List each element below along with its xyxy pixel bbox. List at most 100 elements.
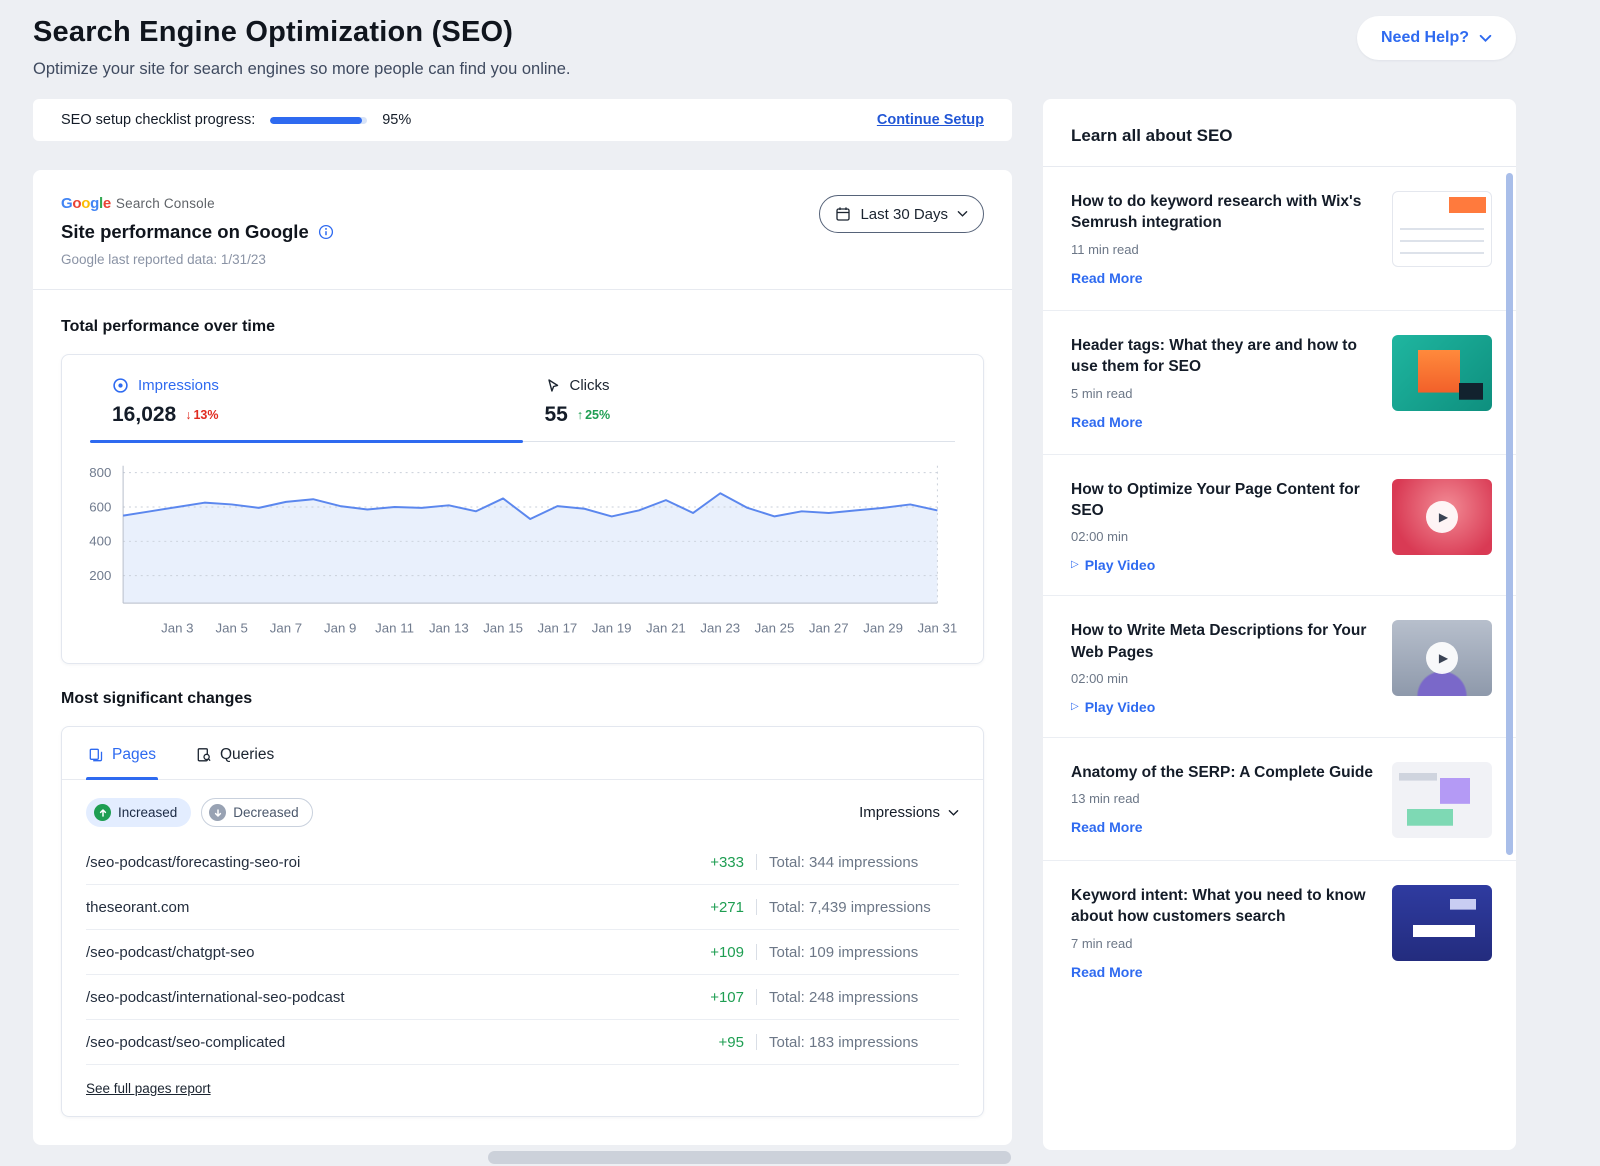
table-row[interactable]: /seo-podcast/chatgpt-seo +109 Total: 109… [86,930,959,975]
article-action-link[interactable]: Read More [1071,819,1143,835]
article-title: Header tags: What they are and how to us… [1071,335,1374,378]
change-total: Total: 344 impressions [769,854,959,871]
tab-queries[interactable]: Queries [194,727,276,779]
change-delta: +95 [692,1034,744,1051]
article-title: How to Write Meta Descriptions for Your … [1071,620,1374,663]
calendar-icon [835,206,851,222]
table-row[interactable]: /seo-podcast/forecasting-seo-roi +333 To… [86,840,959,885]
article-action-label: Play Video [1085,699,1156,715]
page-path: /seo-podcast/chatgpt-seo [86,944,692,961]
svg-text:Jan 15: Jan 15 [483,621,523,636]
info-icon[interactable] [318,224,334,240]
article-action-label: Read More [1071,270,1143,286]
horizontal-scrollbar[interactable] [488,1151,1011,1164]
significant-changes-card: Pages Queries Increased [61,726,984,1117]
arrow-down-circle-icon [209,804,226,821]
page-path: theseorant.com [86,899,692,916]
continue-setup-link[interactable]: Continue Setup [877,112,984,128]
tab-pages-label: Pages [112,746,156,764]
performance-section-title: Total performance over time [61,318,984,336]
site-performance-card: Google Search Console Site performance o… [33,170,1012,1145]
search-console-label: Search Console [116,196,215,211]
svg-text:400: 400 [89,534,111,549]
tab-impressions[interactable]: Impressions 16,028 13% [90,355,523,442]
svg-text:Jan 17: Jan 17 [538,621,578,636]
date-range-dropdown[interactable]: Last 30 Days [819,195,984,233]
svg-text:Jan 27: Jan 27 [809,621,849,636]
filter-increased-chip[interactable]: Increased [86,798,191,827]
article-action-label: Play Video [1085,557,1156,573]
article-action-link[interactable]: ▷ Play Video [1071,699,1155,715]
need-help-label: Need Help? [1381,29,1469,47]
full-pages-report-link[interactable]: See full pages report [86,1081,211,1096]
clicks-cursor-icon [545,378,561,394]
article-action-link[interactable]: Read More [1071,270,1143,286]
play-icon: ▷ [1071,560,1079,570]
column-divider [756,854,757,870]
article-action-link[interactable]: ▷ Play Video [1071,557,1155,573]
checklist-progress-percent: 95% [382,112,411,128]
sort-dropdown[interactable]: Impressions [859,804,959,821]
video-play-button[interactable]: ▶ [1392,479,1492,555]
table-row[interactable]: theseorant.com +271 Total: 7,439 impress… [86,885,959,930]
svg-text:Jan 25: Jan 25 [755,621,795,636]
article-action-link[interactable]: Read More [1071,414,1143,430]
article-card[interactable]: Anatomy of the SERP: A Complete Guide 13… [1043,737,1516,860]
article-meta: 02:00 min [1071,529,1374,544]
need-help-button[interactable]: Need Help? [1357,16,1516,60]
article-thumbnail[interactable] [1392,762,1492,838]
article-title: How to Optimize Your Page Content for SE… [1071,479,1374,522]
date-range-label: Last 30 Days [860,206,948,223]
article-meta: 11 min read [1071,242,1374,257]
article-card[interactable]: How to Optimize Your Page Content for SE… [1043,454,1516,596]
setup-checklist-card: SEO setup checklist progress: 95% Contin… [33,99,1012,141]
article-card[interactable]: Header tags: What they are and how to us… [1043,310,1516,454]
chevron-down-icon [1479,34,1492,43]
chevron-down-icon [948,809,959,817]
article-thumbnail[interactable]: ▶ [1392,479,1492,555]
article-thumbnail[interactable] [1392,885,1492,961]
article-thumbnail[interactable] [1392,335,1492,411]
page-title: Search Engine Optimization (SEO) [33,16,570,49]
play-icon: ▶ [1426,501,1458,533]
change-total: Total: 7,439 impressions [769,899,959,916]
article-action-label: Read More [1071,414,1143,430]
changes-tabs: Pages Queries [62,727,983,780]
article-card[interactable]: How to Write Meta Descriptions for Your … [1043,595,1516,737]
video-play-button[interactable]: ▶ [1392,620,1492,696]
article-card[interactable]: Keyword intent: What you need to know ab… [1043,860,1516,1004]
article-title: Keyword intent: What you need to know ab… [1071,885,1374,928]
change-total: Total: 183 impressions [769,1034,959,1051]
svg-text:800: 800 [89,465,111,480]
svg-text:Jan 31: Jan 31 [918,621,958,636]
sidebar-scrollbar[interactable] [1506,173,1513,855]
performance-chart-card: Impressions 16,028 13% Clicks [61,354,984,664]
page-path: /seo-podcast/international-seo-podcast [86,989,692,1006]
article-action-link[interactable]: Read More [1071,964,1143,980]
play-icon: ▶ [1426,642,1458,674]
article-thumbnail[interactable] [1392,191,1492,267]
filter-decreased-chip[interactable]: Decreased [201,798,312,827]
tab-pages[interactable]: Pages [86,727,158,779]
setup-progress-fill [270,117,362,124]
tab-clicks[interactable]: Clicks 55 25% [523,355,956,442]
svg-text:Jan 19: Jan 19 [592,621,632,636]
svg-text:200: 200 [89,568,111,583]
table-row[interactable]: /seo-podcast/seo-complicated +95 Total: … [86,1020,959,1065]
article-action-label: Read More [1071,819,1143,835]
column-divider [756,944,757,960]
page-path: /seo-podcast/forecasting-seo-roi [86,854,692,871]
article-thumbnail[interactable]: ▶ [1392,620,1492,696]
clicks-value: 55 [545,403,568,427]
changes-section-title: Most significant changes [61,690,984,708]
page-header: Search Engine Optimization (SEO) Optimiz… [33,16,1516,79]
pages-icon [88,747,104,763]
chevron-down-icon [957,210,968,218]
article-meta: 5 min read [1071,386,1374,401]
article-title: How to do keyword research with Wix's Se… [1071,191,1374,234]
play-icon: ▷ [1071,702,1079,712]
svg-text:Jan 7: Jan 7 [270,621,302,636]
performance-line-chart: 200400600800Jan 3Jan 5Jan 7Jan 9Jan 11Ja… [62,442,983,655]
table-row[interactable]: /seo-podcast/international-seo-podcast +… [86,975,959,1020]
article-card[interactable]: How to do keyword research with Wix's Se… [1043,167,1516,310]
